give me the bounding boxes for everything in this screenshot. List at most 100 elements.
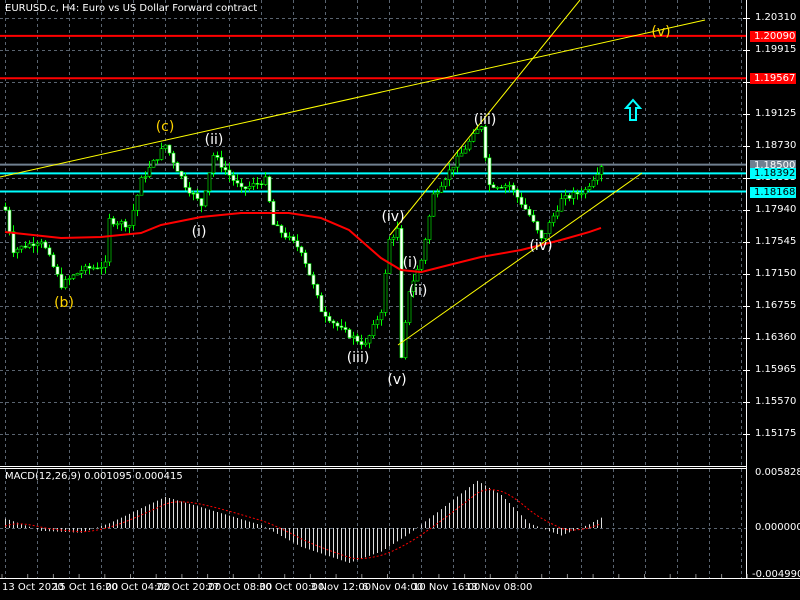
- candle-bear: [527, 208, 532, 216]
- candle-bull: [115, 223, 120, 226]
- candle-bull: [571, 192, 576, 199]
- candle-bull: [467, 141, 472, 150]
- candle-bull: [27, 243, 32, 248]
- candle-bear: [499, 186, 504, 189]
- candle-bull: [211, 155, 216, 174]
- candle-bull: [19, 245, 24, 250]
- candle-bear: [51, 254, 56, 267]
- price-axis-label: 1.15175: [755, 428, 797, 439]
- candle-bull: [495, 186, 500, 189]
- candle-bull: [127, 225, 132, 228]
- candle-bear: [311, 274, 316, 285]
- candle-bull: [599, 166, 604, 175]
- wave-label: (v): [387, 372, 407, 388]
- candle-bear: [483, 126, 488, 159]
- chart-canvas[interactable]: [0, 0, 800, 600]
- candle-bull: [463, 148, 468, 154]
- candle-bull: [139, 177, 144, 196]
- candle-bull: [367, 335, 372, 344]
- candle-bear: [7, 209, 12, 232]
- candle-bull: [447, 169, 452, 180]
- macd-axis-label: 0.000000: [755, 522, 800, 533]
- candle-bull: [391, 237, 396, 240]
- candle-bull: [379, 312, 384, 321]
- candle-bear: [535, 221, 540, 231]
- candle-bull: [591, 179, 596, 187]
- candle-bear: [487, 157, 492, 186]
- candle-bull: [547, 222, 552, 234]
- candle-bull: [155, 159, 160, 161]
- candle-bull: [375, 319, 380, 325]
- candle-bull: [595, 174, 600, 181]
- candle-bear: [95, 267, 100, 270]
- candle-bear: [3, 206, 8, 211]
- candle-bull: [451, 166, 456, 171]
- arrow-up-icon: [623, 98, 643, 121]
- wave-label: (ii): [204, 132, 224, 148]
- candle-bear: [219, 157, 224, 168]
- candle-bull: [15, 248, 20, 254]
- wave-label: (iv): [381, 209, 405, 225]
- candle-bear: [267, 176, 272, 202]
- horizontal-lines[interactable]: [0, 34, 746, 193]
- candle-bear: [299, 246, 304, 254]
- price-tag: 1.19567: [750, 73, 796, 85]
- candle-bull: [427, 215, 432, 240]
- axis-ticks: [1, 18, 750, 578]
- candle-bear: [235, 180, 240, 184]
- candle-bull: [439, 185, 444, 193]
- wave-label: (iv): [529, 238, 553, 254]
- candle-bear: [31, 243, 36, 247]
- candle-bull: [351, 335, 356, 338]
- wave-label: (i): [191, 224, 207, 240]
- candle-bear: [327, 316, 332, 322]
- candle-bear: [359, 341, 364, 345]
- candle-bull: [147, 167, 152, 177]
- trendline-upper[interactable]: [0, 19, 706, 178]
- candle-bear: [355, 335, 360, 342]
- wave-label: (ii): [408, 283, 428, 299]
- candle-bull: [455, 155, 460, 168]
- candle-bull: [419, 259, 424, 270]
- candle-bull: [587, 186, 592, 190]
- candle-bear: [339, 325, 344, 328]
- candle-bull: [99, 267, 104, 269]
- candle-bear: [191, 192, 196, 195]
- candle-bear: [231, 174, 236, 181]
- price-tag: 1.18392: [750, 168, 796, 180]
- candle-bear: [515, 189, 520, 198]
- candle-bear: [511, 184, 516, 191]
- candle-bear: [227, 169, 232, 176]
- grid: [0, 0, 746, 578]
- candle-bear: [343, 327, 348, 330]
- candle-bull: [107, 218, 112, 263]
- macd-histogram: [5, 480, 602, 563]
- candle-bear: [335, 322, 340, 327]
- wave-label: (b): [54, 295, 74, 311]
- candle-bear: [215, 155, 220, 158]
- candle-bear: [399, 228, 404, 358]
- candle-bull: [431, 193, 436, 217]
- candle-bear: [195, 193, 200, 199]
- candle-bull: [551, 215, 556, 223]
- candle-bear: [347, 329, 352, 338]
- candle-bull: [163, 144, 168, 150]
- candle-bear: [187, 187, 192, 194]
- candle-bear: [275, 224, 280, 227]
- candle-bear: [199, 198, 204, 207]
- candle-bull: [579, 193, 584, 196]
- candle-bear: [59, 273, 64, 289]
- candle-bear: [239, 182, 244, 188]
- candle-bull: [435, 191, 440, 195]
- candle-bull: [75, 273, 80, 276]
- candle-bear: [491, 184, 496, 188]
- candle-bear: [279, 225, 284, 234]
- candle-bear: [567, 195, 572, 199]
- candle-bull: [503, 185, 508, 188]
- candle-bull: [63, 279, 68, 289]
- candle-bull: [471, 133, 476, 142]
- candle-bull: [459, 152, 464, 157]
- chart-title: EURUSD.c, H4: Euro vs US Dollar Forward …: [5, 3, 258, 14]
- candle-bull: [507, 184, 512, 187]
- candle-bull: [423, 239, 428, 261]
